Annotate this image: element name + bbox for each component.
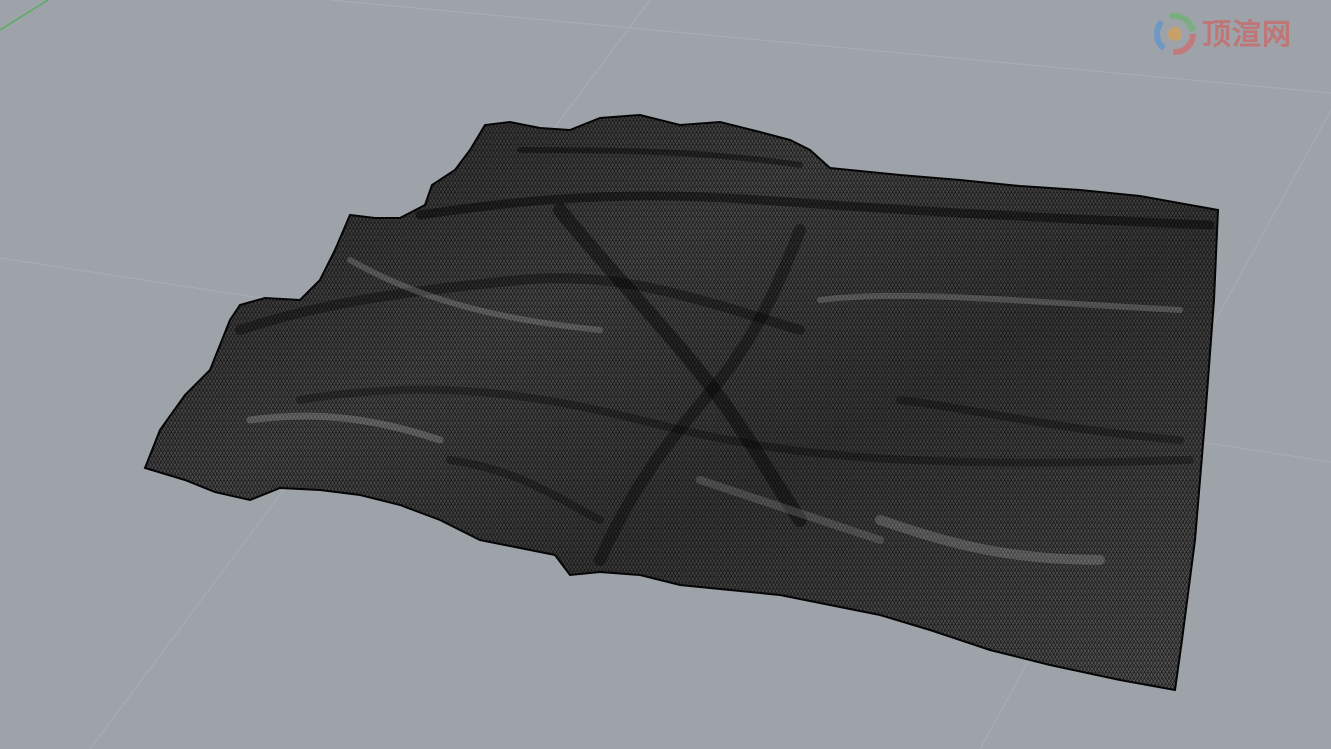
swirl-logo-icon (1154, 13, 1196, 55)
y-axis-line (0, 0, 49, 31)
watermark-text: 顶渲网 (1202, 16, 1293, 51)
3d-viewport[interactable]: 顶渲网 (0, 0, 1331, 749)
terrain-wireframe (145, 115, 1218, 690)
viewport-scene[interactable] (0, 0, 1331, 749)
terrain-mesh[interactable] (0, 0, 1331, 749)
watermark: 顶渲网 (1152, 8, 1322, 60)
